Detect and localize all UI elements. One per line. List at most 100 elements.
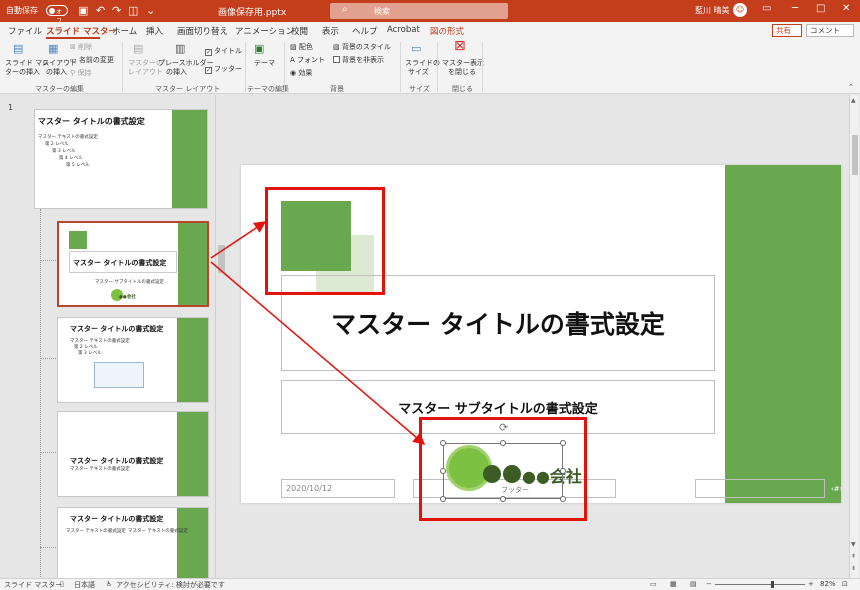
bg-styles-label: 背景のスタイル [341,43,391,51]
insert-layout-button-line2[interactable]: の挿入 [46,68,67,77]
slide-size-button[interactable]: スライドの [405,59,440,68]
scroll-thumb[interactable] [852,135,858,175]
normal-view-icon[interactable]: ▭ [650,580,657,588]
slide-number: 1 [8,103,14,112]
tab-help[interactable]: ヘルプ [352,25,378,37]
search-box[interactable]: ⌕ 検索 [330,3,508,19]
effects-button[interactable]: ◉ 効果 [290,69,312,78]
spellcheck-icon[interactable]: ▯ [60,580,64,588]
date-placeholder[interactable]: 2020/10/12 [281,479,395,498]
reading-view-icon[interactable]: ▤ [690,580,697,588]
close-master-button[interactable]: マスター表示 [442,59,484,68]
content-layout-thumbnail[interactable]: マスター タイトルの書式設定 マスター テキストの書式設定 第 2 レベル 第 … [57,317,209,403]
title-layout-thumbnail[interactable]: マスター タイトルの書式設定 マスター サブタイトルの書式設定 ●●会社 [57,221,209,307]
present-icon[interactable]: ◫ [128,4,138,17]
minimize-icon[interactable]: ─ [792,3,798,14]
master-thumbnail[interactable]: マスター タイトルの書式設定 マスター テキストの書式設定 第 2 レベル 第 … [34,109,208,209]
tab-animations[interactable]: アニメーション [235,25,294,37]
collapse-ribbon-icon[interactable]: ⌃ [848,83,854,92]
file-name: 画像保存用.pptx [218,8,287,18]
green-band [177,508,208,578]
customize-icon[interactable]: ⌄ [146,4,155,17]
tab-view[interactable]: 表示 [322,25,339,37]
tab-transitions[interactable]: 画面切り替え [177,25,228,37]
green-band [725,165,841,503]
thumb-title: マスター タイトルの書式設定 [70,457,164,465]
autosave-toggle[interactable]: オフ [46,5,68,25]
toggle-knob [49,8,55,14]
accessibility-status[interactable]: アクセシビリティ: 検討が必要です [116,580,225,590]
connector-tick [40,452,56,453]
rename-button[interactable]: ▭ 名前の変更 [70,56,114,65]
slide-number-placeholder[interactable] [695,479,825,498]
undo-icon[interactable]: ↶ [96,4,105,17]
ribbon-display-icon[interactable]: ▭ [762,3,771,14]
avatar[interactable]: ☺ [733,3,747,17]
master-layout-button-line2: レイアウト [128,68,163,76]
tab-review[interactable]: 校閲 [291,25,308,37]
insert-master-button-line2[interactable]: ターの挿入 [5,68,40,77]
zoom-level[interactable]: 82% [820,580,836,588]
page-down-icon[interactable]: ⇟ [851,565,856,572]
comment-label: コメント [810,26,840,35]
search-icon: ⌕ [342,4,348,15]
themes-button[interactable]: テーマ [254,59,275,68]
save-icon[interactable]: ▣ [78,4,88,17]
page-up-icon[interactable]: ⇞ [851,553,856,560]
bg-styles-button[interactable]: ▧ 背景のスタイル [333,43,391,52]
tab-acrobat[interactable]: Acrobat [387,25,420,35]
comment-button[interactable]: コメント [806,24,854,37]
hide-bg-checkbox[interactable]: 背景を非表示 [333,56,384,65]
footer-checkbox[interactable]: ✓ フッター [205,65,242,74]
close-icon[interactable]: ✕ [842,3,850,14]
tab-home[interactable]: ホーム [112,25,137,37]
divider [437,42,438,92]
thumb-subtitle: マスター サブタイトルの書式設定 [95,280,164,285]
editor-scrollbar[interactable]: ▲ ▼ ⇞ ⇟ [849,95,859,578]
two-content-layout-thumbnail[interactable]: マスター タイトルの書式設定 マスター テキストの書式設定 マスター テキストの… [57,507,209,579]
colors-button[interactable]: ▨ 配色 [290,43,313,52]
green-band [177,412,208,496]
zoom-slider[interactable] [715,584,805,585]
layout-connector [40,209,41,579]
slide-editor: ‹#› マスター タイトルの書式設定 マスター サブタイトルの書式設定 2020… [229,95,859,578]
highlight-box-logo [419,417,587,521]
green-band [177,318,208,402]
scroll-down-icon[interactable]: ▼ [851,541,856,548]
share-button[interactable]: 共有 [772,24,802,37]
connector-tick [40,547,56,548]
group-master-edit: マスターの編集 [35,85,84,93]
thumb-company: ●●会社 [119,295,136,300]
tab-slide-master[interactable]: スライド マスター [46,25,117,37]
zoom-out-icon[interactable]: − [706,580,712,588]
view-mode: スライド マスター [4,581,63,589]
section-layout-thumbnail[interactable]: マスター タイトルの書式設定 マスター テキストの書式設定 [57,411,209,497]
language[interactable]: 日本語 [74,580,95,590]
fonts-label: フォント [297,56,326,64]
slide-size-icon: ▭ [411,42,422,55]
tab-file[interactable]: ファイル [8,25,42,37]
delete-button: ⊠ 削除 [70,43,93,51]
scroll-up-icon[interactable]: ▲ [851,97,856,104]
thumb-text: マスター テキストの書式設定 [38,135,98,140]
slide-size-button-line2[interactable]: サイズ [408,68,429,77]
redo-icon[interactable]: ↷ [112,4,121,17]
zoom-in-icon[interactable]: + [808,580,814,588]
tab-insert[interactable]: 挿入 [146,25,163,37]
divider [122,42,123,92]
maximize-icon[interactable]: □ [816,3,825,14]
fonts-button[interactable]: A フォント [290,56,325,65]
thumb-title: マスター タイトルの書式設定 [70,325,164,333]
sorter-view-icon[interactable]: ▦ [670,580,677,588]
thumbnail-scrollbar[interactable] [215,95,227,578]
green-band [178,223,207,305]
insert-placeholder-button-line2[interactable]: の挿入 [166,68,187,77]
fit-to-window-icon[interactable]: ⊡ [842,580,848,588]
zoom-slider-thumb[interactable] [771,581,774,588]
search-placeholder: 検索 [374,7,390,16]
title-checkbox[interactable]: ✓ タイトル [205,47,242,56]
tab-picture-format[interactable]: 図の形式 [430,25,464,37]
insert-layout-icon: ▦ [48,42,59,55]
scroll-thumb[interactable] [218,245,225,273]
close-master-button-line2[interactable]: を閉じる [448,68,476,77]
